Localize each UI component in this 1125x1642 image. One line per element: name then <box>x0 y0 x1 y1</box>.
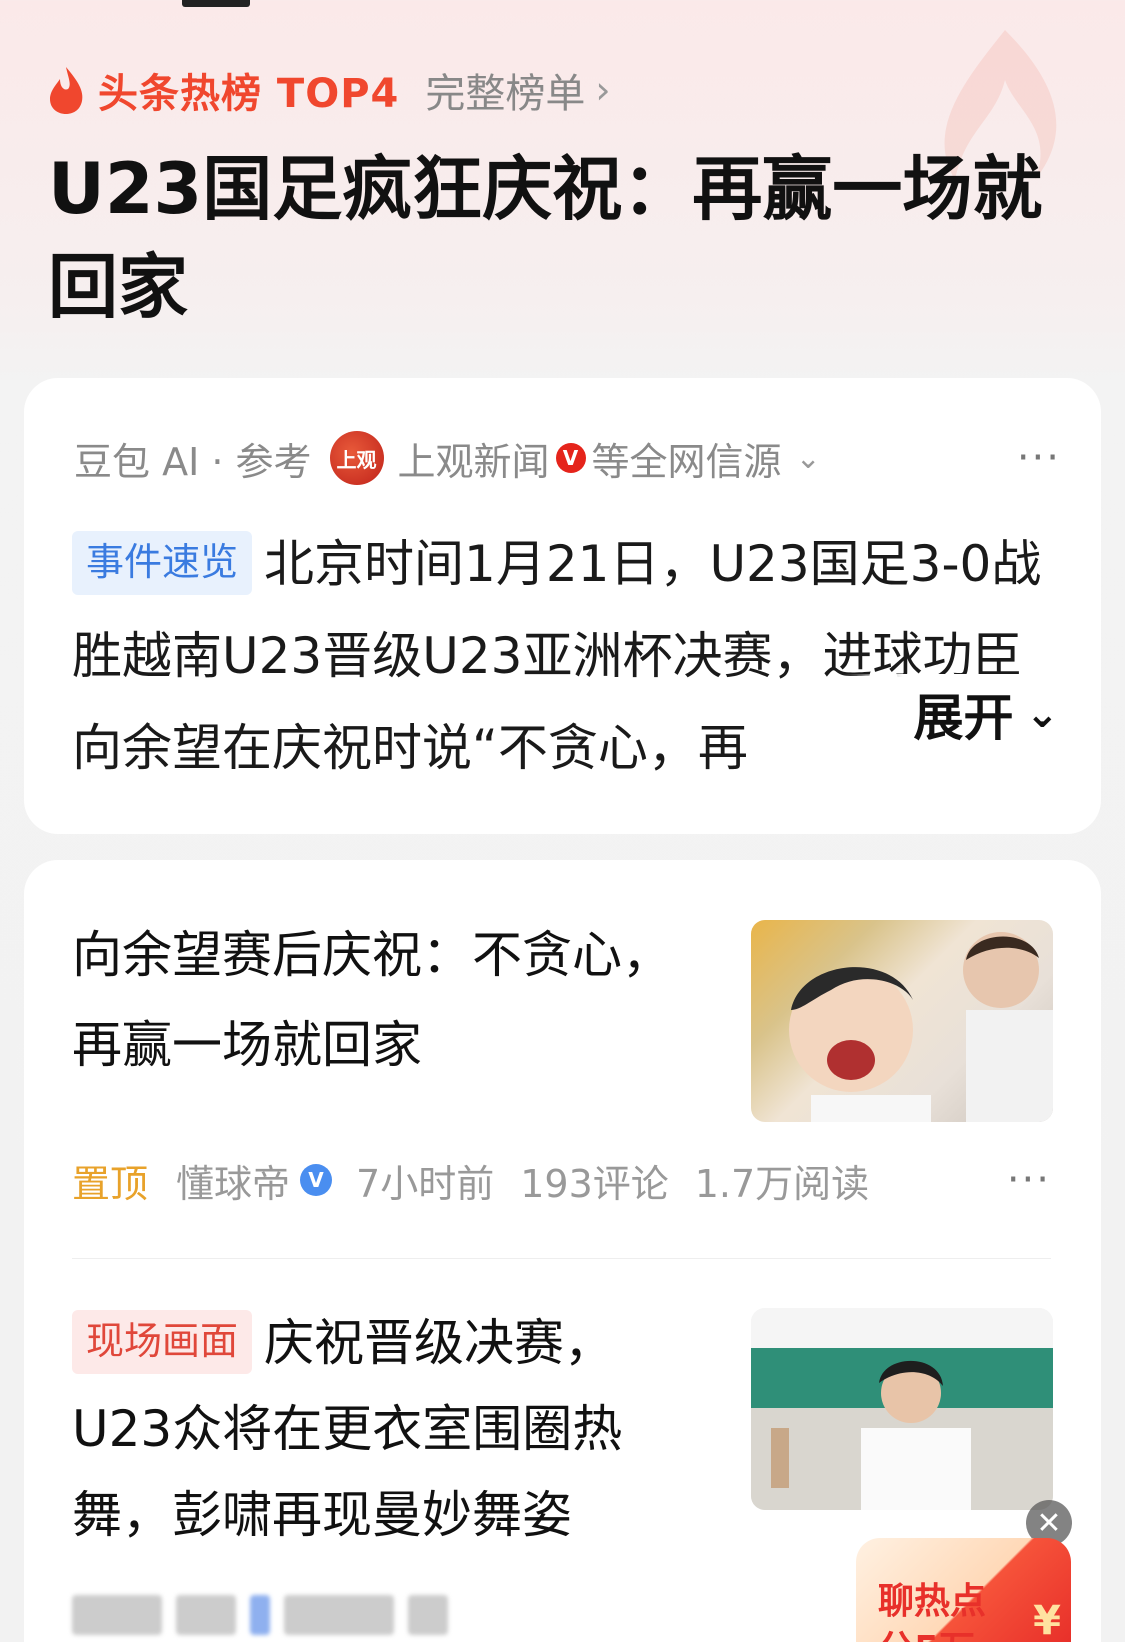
comment-count: 193评论 <box>520 1161 669 1206</box>
source-prefix: 豆包 AI · 参考 <box>74 439 312 484</box>
article-meta-row: 置顶 懂球帝 V 7小时前 193评论 1.7万阅读 ··· <box>72 1150 1051 1210</box>
more-dots-icon[interactable]: ··· <box>1007 1160 1051 1200</box>
hot-list-header: 头条热榜 TOP4 完整榜单 › <box>46 60 611 120</box>
chevron-down-icon[interactable]: ⌄ <box>796 441 821 476</box>
article-item[interactable]: 现场画面 庆祝晋级决赛，U23众将在更衣室围圈热舞，彭啸再现曼妙舞姿 <box>72 1300 692 1558</box>
blurred-meta-row <box>72 1590 452 1640</box>
source-name: 上观新闻 <box>397 439 550 484</box>
chevron-down-icon: ⌄ <box>1025 691 1059 737</box>
article-thumbnail[interactable] <box>751 1308 1053 1510</box>
verified-badge-icon: V <box>555 443 586 473</box>
promo-banner[interactable]: 聊热点 分5万 ¥ <box>856 1538 1071 1642</box>
pinned-label: 置顶 <box>72 1161 149 1206</box>
divider <box>72 1258 1051 1259</box>
page-title: U23国足疯狂庆祝：再赢一场就回家 <box>48 148 1043 328</box>
event-overview-tag: 事件速览 <box>72 531 253 595</box>
full-list-link[interactable]: 完整榜单 › <box>425 61 610 119</box>
verified-badge-icon: V <box>300 1164 333 1196</box>
source-suffix: 等全网信源 <box>591 439 782 484</box>
promo-line2: 分5万 <box>878 1620 975 1642</box>
ai-summary-card: 豆包 AI · 参考 上观 上观新闻 V 等全网信源 ⌄ ··· 事件速览 北京时… <box>24 378 1101 834</box>
article-title[interactable]: 向余望赛后庆祝：不贪心，再赢一场就回家 <box>72 910 692 1090</box>
author-name[interactable]: 懂球帝 <box>176 1153 290 1208</box>
publish-time: 7小时前 <box>356 1161 495 1206</box>
flame-icon <box>50 67 83 114</box>
live-scene-tag: 现场画面 <box>72 1310 253 1374</box>
expand-label: 展开 <box>913 689 1014 747</box>
article-list-card: 向余望赛后庆祝：不贪心，再赢一场就回家 置顶 懂球帝 V 7小时前 193评论 … <box>24 860 1101 1642</box>
active-tab-indicator <box>182 0 250 7</box>
source-logo: 上观 <box>329 431 384 485</box>
promo-line1: 聊热点 <box>878 1581 987 1622</box>
more-dots-icon[interactable]: ··· <box>1017 438 1061 478</box>
read-count: 1.7万阅读 <box>694 1161 870 1206</box>
source-row[interactable]: 豆包 AI · 参考 上观 上观新闻 V 等全网信源 ⌄ ··· <box>74 428 1061 488</box>
hot-list-label: 头条热榜 TOP4 <box>98 71 400 117</box>
expand-button[interactable]: 展开 ⌄ <box>843 674 1059 754</box>
chevron-right-icon: › <box>595 68 611 112</box>
article-thumbnail[interactable] <box>751 920 1053 1122</box>
coin-icon: ¥ <box>1033 1598 1061 1642</box>
full-list-label: 完整榜单 <box>425 71 586 117</box>
